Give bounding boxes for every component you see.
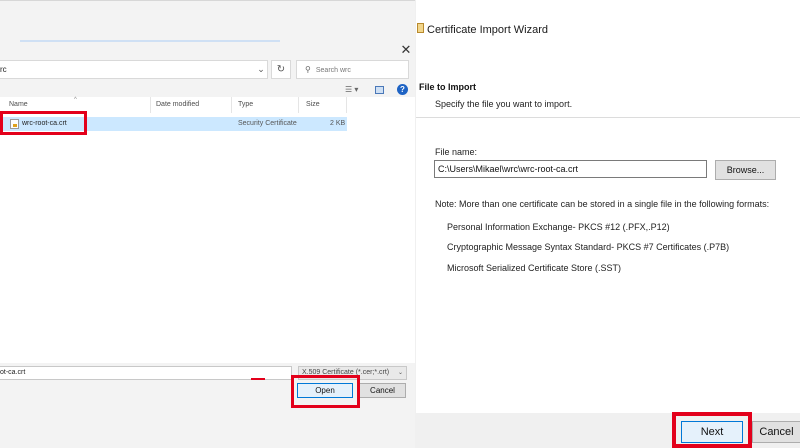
window-title: Certificate Import Wizard [427,24,549,36]
search-input[interactable]: ⚲ Search wrc [296,60,409,79]
file-list: Name Date modified Type Size [0,97,415,363]
cancel-button[interactable]: Cancel [359,383,406,398]
annotation-mark [251,378,265,380]
cancel-button[interactable]: Cancel [752,421,800,443]
search-placeholder: Search wrc [315,67,351,74]
dialog-title-accent [20,40,280,42]
page-subtitle: Specify the file you want to import. [435,99,573,109]
file-size-cell: 2 KB [330,120,346,127]
highlight-file-selection [0,111,87,135]
chevron-down-icon: ⌄ [397,370,403,376]
column-header-type[interactable]: Type [229,97,299,113]
file-path-input[interactable] [434,160,707,178]
column-header-size[interactable]: Size [297,97,347,113]
format-item: Personal Information Exchange- PKCS #12 … [447,222,670,232]
close-icon[interactable]: ✕ [398,42,414,58]
preview-pane-icon[interactable] [375,86,384,94]
divider [416,117,800,118]
address-bar[interactable]: rc [0,60,268,79]
file-name-input[interactable]: ot-ca.crt [0,366,292,380]
highlight-next-button [672,412,752,448]
column-header-date-modified[interactable]: Date modified [147,97,232,113]
certificate-import-wizard: Certificate Import Wizard File to Import… [416,0,800,448]
format-item: Microsoft Serialized Certificate Store (… [447,263,622,273]
browse-button[interactable]: Browse... [715,160,776,180]
certificate-icon [417,23,424,33]
note-text: Note: More than one certificate can be s… [435,199,770,209]
change-view-icon[interactable]: ☰ ▾ [345,84,367,96]
help-icon[interactable]: ? [397,84,408,95]
file-type-cell: Security Certificate [238,120,297,127]
dialog-top-border [0,0,415,1]
refresh-icon[interactable]: ↻ [271,60,291,79]
file-name-label: File name: [435,147,478,157]
open-file-dialog: ✕ rc ⌄ ↻ ⚲ Search wrc ☰ ▾ ? Name Date mod… [0,0,415,448]
chevron-down-icon[interactable]: ⌄ [254,60,268,79]
format-item: Cryptographic Message Syntax Standard- P… [447,242,730,252]
search-icon: ⚲ [305,65,311,74]
page-title: File to Import [419,82,476,92]
highlight-open-button [291,375,360,408]
sort-caret-icon: ^ [74,97,77,103]
